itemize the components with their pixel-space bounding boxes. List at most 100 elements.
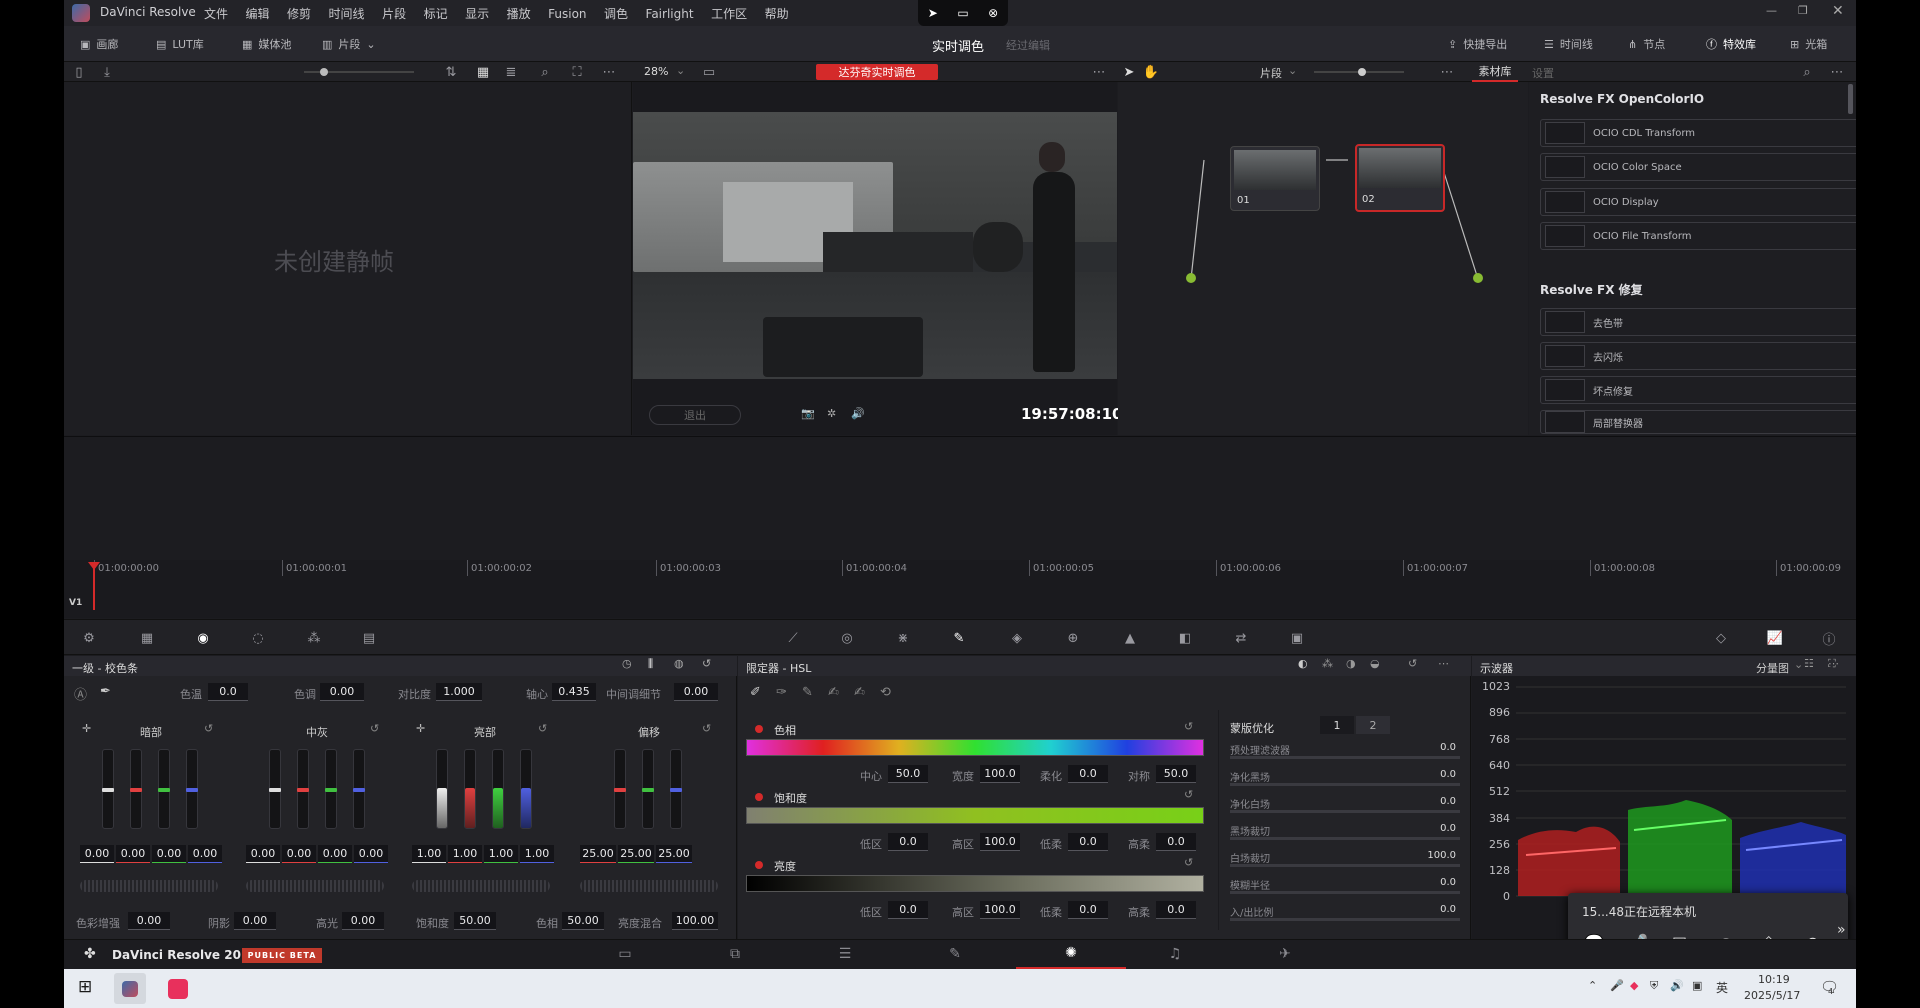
feather-plus-icon[interactable]: ✍ [854,685,865,700]
reset-icon[interactable]: ↺ [538,722,547,735]
invert-icon[interactable]: ⟲ [880,685,891,700]
color-warper-icon[interactable]: ◎ [836,627,858,649]
reset-icon[interactable]: ↺ [370,722,379,735]
temp-field[interactable]: 0.0 [208,683,248,701]
fx-item[interactable]: OCIO Color Space [1540,153,1856,181]
primaries-icon[interactable]: ◉ [192,627,214,649]
menu-trim[interactable]: 修剪 [287,5,311,22]
windows-start-icon[interactable]: ⊞ [78,977,92,997]
reset-icon[interactable]: ↺ [1184,720,1193,733]
matte-tab-1[interactable]: 1 [1320,716,1354,734]
gain-r-value[interactable]: 1.00 [448,845,482,863]
speaker-icon[interactable]: 🔊 [1670,979,1684,992]
chevron-down-icon[interactable]: ⌄ [676,64,685,77]
motion-effects-icon[interactable]: ▤ [358,627,380,649]
hue-range-bar[interactable] [746,739,1204,756]
color-match-icon[interactable]: ▦ [136,627,158,649]
lightbox-button[interactable]: ⊞ 光箱 [1790,36,1827,52]
volume-icon[interactable]: 🔊 [851,407,865,420]
offset-b-slider[interactable] [670,749,682,829]
sat-lowsoft-field[interactable]: 0.0 [1068,833,1108,851]
gain-b-slider[interactable] [520,749,532,829]
fairlight-page-icon[interactable]: ♫ [1120,939,1230,969]
middetail-field[interactable]: 0.00 [674,683,718,701]
more-icon[interactable]: ⋯ [1088,61,1110,83]
remote-tray-icon[interactable]: ◆ [1630,979,1638,992]
matte-row-slider[interactable] [1230,837,1460,840]
more-icon[interactable]: ⋯ [1436,61,1458,83]
menu-edit[interactable]: 编辑 [246,5,270,22]
auto-icon[interactable]: Ⓐ [74,684,87,703]
minimize-icon[interactable]: — [1766,4,1777,17]
lift-r-value[interactable]: 0.00 [116,845,150,863]
viewer-mode-icon[interactable]: ▭ [698,61,720,83]
sat-range-bar[interactable] [746,807,1204,824]
tint-field[interactable]: 0.00 [320,683,364,701]
download-icon[interactable]: ⤓ [96,61,118,83]
tracker-icon[interactable]: ⊕ [1062,627,1084,649]
fullscreen-icon[interactable]: ⛶ [566,61,588,83]
node-02[interactable]: 02 [1355,144,1445,212]
output-connector[interactable] [1473,273,1483,283]
gamma-g-value[interactable]: 0.00 [318,845,352,863]
edited-tab[interactable]: 经过编辑 [1006,37,1050,53]
remote-app-icon[interactable] [168,979,188,999]
shadow-field[interactable]: 0.00 [234,912,276,930]
picker-minus-icon[interactable]: ✑ [776,685,787,700]
picker-plus-icon[interactable]: ✎ [802,685,813,700]
search-icon[interactable]: ⌕ [1796,61,1818,83]
menu-playback[interactable]: 播放 [507,5,531,22]
maximize-icon[interactable]: ❐ [1798,4,1808,17]
3d-mode-icon[interactable]: ◒ [1370,657,1380,670]
gamma-b-value[interactable]: 0.00 [354,845,388,863]
matte-row-slider[interactable] [1230,918,1460,921]
chevron-down-icon[interactable]: ⌄ [1288,64,1297,77]
lift-master-wheel[interactable] [80,880,218,892]
effects-button[interactable]: ⓕ 特效库 [1706,36,1756,52]
reset-icon[interactable]: ↺ [1184,788,1193,801]
more-icon[interactable]: ⋯ [1438,657,1449,670]
sat-field[interactable]: 50.00 [454,912,496,930]
matte-row-slider[interactable] [1230,864,1460,867]
pivot-field[interactable]: 0.435 [552,683,596,701]
menu-clip[interactable]: 片段 [382,5,406,22]
gamma-y-value[interactable]: 0.00 [246,845,280,863]
curves-icon[interactable]: ⟋ [782,627,804,649]
scope-settings-icon[interactable]: ☷ [1804,657,1814,670]
hsl-mode-icon[interactable]: ◐ [1298,657,1308,670]
sat-low-field[interactable]: 0.0 [888,833,928,851]
lum-enable-toggle[interactable] [755,861,763,869]
lift-b-value[interactable]: 0.00 [188,845,222,863]
contrast-field[interactable]: 1.000 [436,683,482,701]
clips-button[interactable]: ▥ 片段 ⌄ [322,36,376,52]
qualifier-icon[interactable]: ✎ [948,627,970,649]
lift-y-value[interactable]: 0.00 [80,845,114,863]
crosshair-icon[interactable]: ✛ [82,722,91,735]
network-icon[interactable]: ▣ [1692,979,1702,992]
fx-item[interactable]: 去闪烁 [1540,342,1856,370]
fx-item[interactable]: 去色带 [1540,308,1856,336]
menu-help[interactable]: 帮助 [765,5,789,22]
media-pool-button[interactable]: ▦ 媒体池 [242,36,291,52]
color-page-icon[interactable]: ✺ [1016,939,1126,969]
menu-fairlight[interactable]: Fairlight [646,7,694,21]
hl-field[interactable]: 0.00 [342,912,384,930]
thumb-size-slider[interactable] [304,68,414,76]
lum-highsoft-field[interactable]: 0.0 [1156,901,1196,919]
fx-scrollbar[interactable] [1848,84,1853,114]
gamma-r-value[interactable]: 0.00 [282,845,316,863]
gamma-g-slider[interactable] [325,749,337,829]
fx-item[interactable]: OCIO File Transform [1540,222,1856,250]
offset-b-value[interactable]: 25.00 [656,845,692,863]
menu-view[interactable]: 显示 [465,5,489,22]
offset-r-value[interactable]: 25.00 [580,845,616,863]
boost-field[interactable]: 0.00 [128,912,170,930]
hue-width-field[interactable]: 100.0 [980,765,1020,783]
hand-tool-icon[interactable]: ✋ [1140,61,1162,83]
bars-icon[interactable]: ⫼ [648,657,653,671]
tab-library[interactable]: 素材库 [1472,62,1518,82]
matte-row-value[interactable]: 0.0 [1410,877,1456,888]
gain-g-value[interactable]: 1.00 [484,845,518,863]
sat-high-field[interactable]: 100.0 [980,833,1020,851]
chevron-up-icon[interactable]: ⌃ [1588,979,1597,992]
